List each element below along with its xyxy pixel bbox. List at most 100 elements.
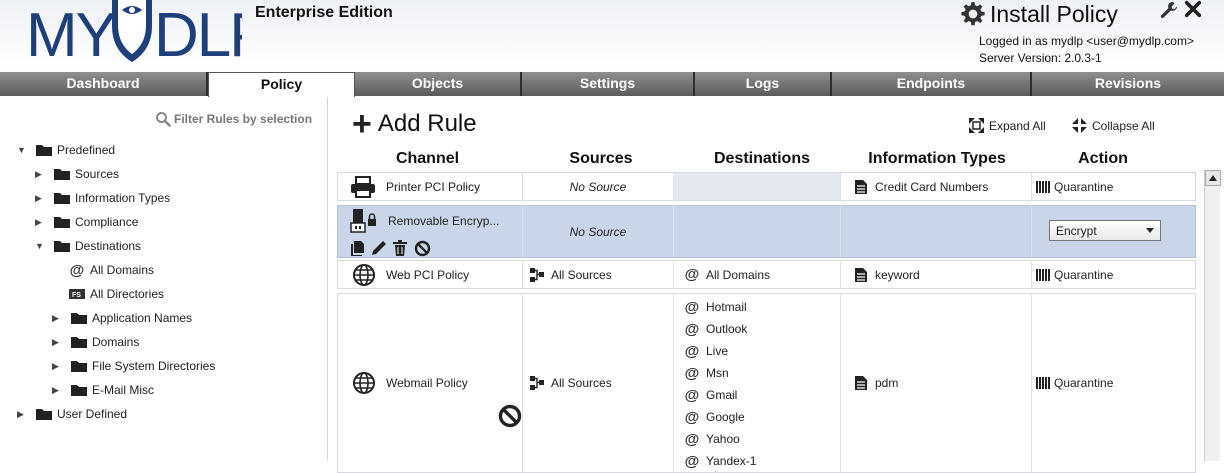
tree-item-domains[interactable]: ▶ Domains xyxy=(52,333,139,351)
scroll-up-arrow-icon[interactable] xyxy=(1205,170,1221,186)
logged-in-label: Logged in as mydlp <user@mydlp.com> xyxy=(979,34,1194,48)
network-icon xyxy=(530,376,544,390)
close-icon[interactable] xyxy=(1184,0,1202,18)
folder-icon xyxy=(70,335,88,349)
expand-all-label: Expand All xyxy=(989,118,1046,133)
folder-open-icon xyxy=(35,143,53,157)
channel-cell: Removable Encryp... xyxy=(338,206,523,257)
destination-value: Outlook xyxy=(706,322,748,336)
edit-icon[interactable] xyxy=(370,239,388,257)
collapsed-arrow-icon[interactable]: ▶ xyxy=(52,313,62,324)
tab-objects[interactable]: Objects xyxy=(355,72,522,96)
sources-cell: No Source xyxy=(523,173,674,200)
policy-tree-panel: Filter Rules by selection ▼ Predefined ▶… xyxy=(0,97,328,461)
tree-item-all-directories[interactable]: FS All Directories xyxy=(68,285,164,303)
collapsed-arrow-icon[interactable]: ▶ xyxy=(52,337,62,348)
column-header-sources: Sources xyxy=(569,150,633,167)
destination-value: Yandex-1 xyxy=(706,454,757,468)
tree-label: Domains xyxy=(92,335,140,349)
svg-text:DLP: DLP xyxy=(154,1,242,64)
collapsed-arrow-icon[interactable]: ▶ xyxy=(52,361,62,372)
tree-label: All Domains xyxy=(90,263,155,277)
tree-item-user-defined[interactable]: ▶ User Defined xyxy=(17,405,127,423)
information-types-cell: pdm xyxy=(841,294,1032,472)
svg-text:MY: MY xyxy=(26,1,116,64)
tab-dashboard[interactable]: Dashboard xyxy=(0,72,208,96)
tree-item-email-misc[interactable]: ▶ E-Mail Misc xyxy=(52,381,154,399)
expanded-arrow-icon[interactable]: ▼ xyxy=(17,145,27,155)
action-select[interactable]: Encrypt xyxy=(1049,220,1161,241)
tree-label: Destinations xyxy=(75,239,142,253)
action-cell: Quarantine xyxy=(1032,261,1195,288)
tree-label: Predefined xyxy=(57,143,116,157)
tree-item-file-system-directories[interactable]: ▶ File System Directories xyxy=(52,357,215,375)
rule-row-web-pci[interactable]: Web PCI Policy All Sources @ All Domains… xyxy=(337,260,1196,289)
expanded-arrow-icon[interactable]: ▼ xyxy=(35,241,45,251)
tab-settings[interactable]: Settings xyxy=(522,72,695,96)
disabled-status-icon[interactable] xyxy=(498,404,522,428)
tree-label: File System Directories xyxy=(92,359,216,373)
svg-text:FS: FS xyxy=(72,292,81,299)
server-version-label: Server Version: 2.0.3-1 xyxy=(979,51,1102,65)
source-value: All Sources xyxy=(551,267,612,282)
destination-item: @ Hotmail xyxy=(684,296,747,318)
tab-logs[interactable]: Logs xyxy=(695,72,832,96)
collapsed-arrow-icon[interactable]: ▶ xyxy=(35,169,45,180)
destination-value: Google xyxy=(706,410,745,424)
source-value: No Source xyxy=(569,224,627,239)
copy-icon[interactable] xyxy=(350,240,366,256)
tree-item-information-types[interactable]: ▶ Information Types xyxy=(35,189,170,207)
tree-label: Application Names xyxy=(92,311,193,325)
tree-item-application-names[interactable]: ▶ Application Names xyxy=(52,309,192,327)
search-icon xyxy=(156,112,171,127)
tab-revisions[interactable]: Revisions xyxy=(1032,72,1224,96)
tree-item-sources[interactable]: ▶ Sources xyxy=(35,165,119,183)
collapsed-arrow-icon[interactable]: ▶ xyxy=(35,193,45,204)
at-sign-icon: @ xyxy=(684,408,700,426)
sources-cell: All Sources xyxy=(523,261,674,288)
wrench-icon[interactable] xyxy=(1160,1,1178,19)
usb-lock-icon xyxy=(350,209,376,233)
rules-scrollbar[interactable] xyxy=(1204,170,1221,461)
rule-row-printer-pci[interactable]: Printer PCI Policy No Source Credit Card… xyxy=(337,172,1196,201)
information-types-cell: Credit Card Numbers xyxy=(841,173,1032,200)
tree-item-all-domains[interactable]: @ All Domains xyxy=(68,261,154,279)
collapsed-arrow-icon[interactable]: ▶ xyxy=(35,217,45,228)
folder-icon xyxy=(35,407,53,421)
action-value: Quarantine xyxy=(1054,376,1114,390)
main-tabs: Dashboard Policy Objects Settings Logs E… xyxy=(0,72,1224,97)
folder-icon xyxy=(53,167,71,181)
tree-item-compliance[interactable]: ▶ Compliance xyxy=(35,213,138,231)
destination-item: @ Outlook xyxy=(684,318,748,340)
filter-rules-button[interactable]: Filter Rules by selection xyxy=(155,111,312,127)
install-policy-button[interactable]: Install Policy xyxy=(960,0,1118,28)
at-sign-icon: @ xyxy=(684,266,700,283)
destination-value: Gmail xyxy=(706,388,738,402)
tab-policy[interactable]: Policy xyxy=(208,72,355,97)
collapsed-arrow-icon[interactable]: ▶ xyxy=(17,409,27,420)
document-icon xyxy=(855,179,867,194)
delete-icon[interactable] xyxy=(392,239,408,257)
tree-label: E-Mail Misc xyxy=(92,383,154,397)
tab-endpoints[interactable]: Endpoints xyxy=(832,72,1032,96)
destinations-cell xyxy=(674,173,841,200)
add-rule-button[interactable]: + Add Rule xyxy=(352,107,477,141)
collapse-all-button[interactable]: Collapse All xyxy=(1071,117,1155,134)
tree-item-predefined[interactable]: ▼ Predefined xyxy=(17,141,115,159)
tree-item-destinations[interactable]: ▼ Destinations xyxy=(35,237,141,255)
app-header: MY DLP Enterprise Edition Install Policy… xyxy=(0,0,1224,72)
collapsed-arrow-icon[interactable]: ▶ xyxy=(52,385,62,396)
at-sign-icon: @ xyxy=(684,364,700,382)
rule-row-webmail[interactable]: Webmail Policy All Sources @ Hotmail @ Out… xyxy=(337,293,1196,473)
disable-icon[interactable] xyxy=(414,240,431,257)
action-value: Quarantine xyxy=(1054,267,1114,282)
destination-value: Msn xyxy=(706,366,729,380)
destination-item: @ Live xyxy=(684,340,728,362)
destination-item: @ Google xyxy=(684,406,745,428)
rule-name: Printer PCI Policy xyxy=(386,179,481,194)
folder-open-icon xyxy=(53,239,71,253)
column-header-action: Action xyxy=(1078,150,1128,167)
expand-all-button[interactable]: Expand All xyxy=(968,117,1046,134)
at-sign-icon: @ xyxy=(69,261,85,279)
collapse-icon xyxy=(1072,118,1087,133)
